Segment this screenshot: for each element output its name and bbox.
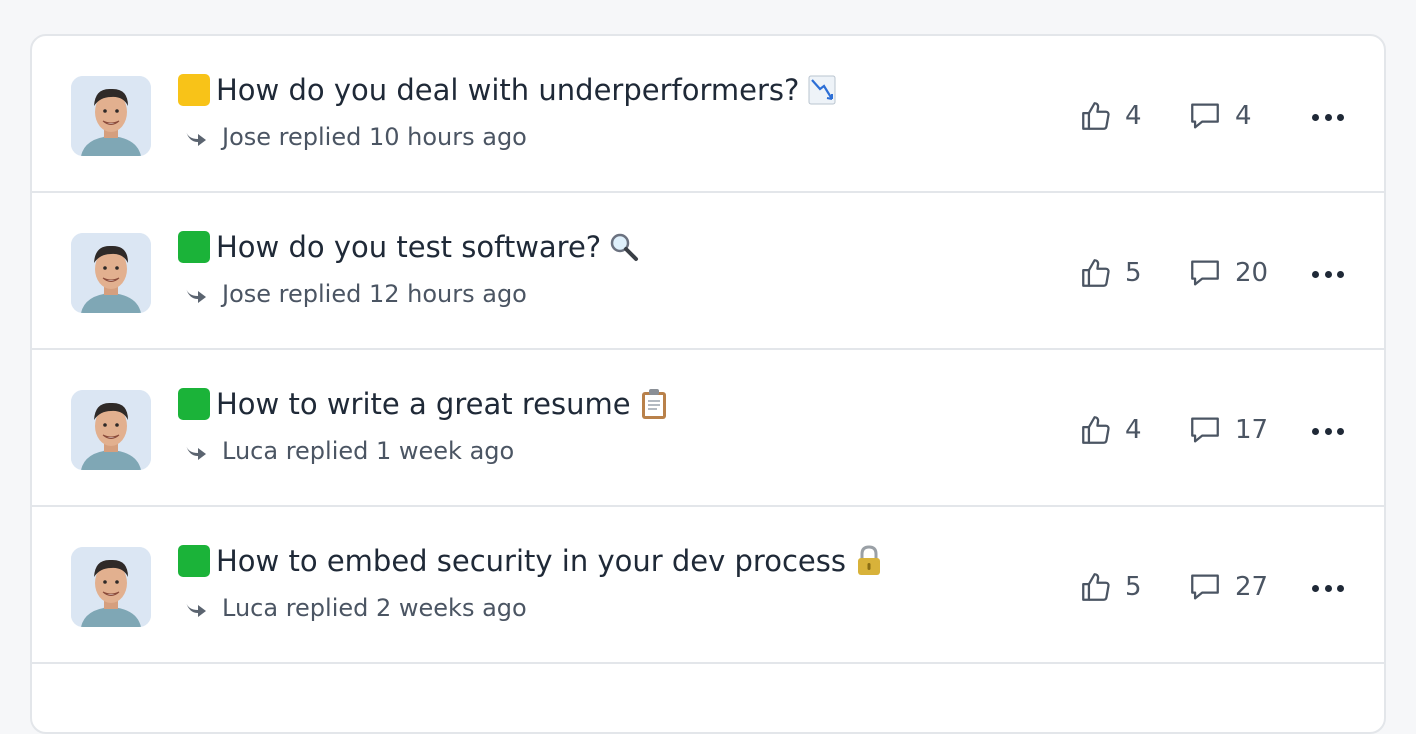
dot — [1337, 271, 1344, 278]
thread-title-text[interactable]: How do you test software? — [216, 227, 601, 267]
dot — [1312, 585, 1319, 592]
likes-button[interactable]: 4 — [1079, 99, 1142, 133]
dot — [1324, 271, 1332, 278]
dot — [1337, 585, 1344, 592]
reply-arrow-icon — [184, 127, 208, 147]
more-options-button[interactable] — [1312, 114, 1344, 124]
likes-button[interactable]: 4 — [1079, 413, 1142, 447]
likes-button[interactable]: 5 — [1079, 256, 1142, 290]
reply-arrow-icon — [184, 598, 208, 618]
thread-last-reply: Luca replied 1 week ago — [182, 434, 514, 468]
more-options-button[interactable] — [1312, 428, 1344, 438]
reply-arrow-icon — [184, 441, 208, 461]
comment-icon — [1191, 417, 1219, 443]
status-yellow-icon — [178, 74, 210, 106]
reply-text: Jose replied 12 hours ago — [222, 280, 527, 308]
thumbs-up-icon — [1082, 416, 1110, 444]
comments-count: 20 — [1235, 258, 1269, 288]
thread-row[interactable]: How to write a great resume Luca replied… — [32, 350, 1384, 507]
status-green-icon — [178, 388, 210, 420]
status-green-icon — [178, 545, 210, 577]
dot — [1312, 271, 1319, 278]
dot — [1324, 428, 1332, 435]
likes-count: 4 — [1125, 101, 1142, 131]
avatar[interactable] — [71, 390, 151, 470]
lock-icon — [854, 545, 884, 577]
comment-icon — [1191, 260, 1219, 286]
thread-title-text[interactable]: How to write a great resume — [216, 384, 631, 424]
status-green-icon — [178, 231, 210, 263]
likes-count: 4 — [1125, 415, 1142, 445]
thread-title[interactable]: How to write a great resume — [178, 384, 669, 424]
more-options-button[interactable] — [1312, 585, 1344, 595]
reply-text: Luca replied 1 week ago — [222, 437, 515, 465]
magnifying-glass-icon — [609, 231, 639, 263]
comments-count: 17 — [1235, 415, 1269, 445]
avatar[interactable] — [71, 547, 151, 627]
dot — [1312, 114, 1319, 121]
thumbs-up-icon — [1082, 573, 1110, 601]
reply-arrow-icon — [184, 284, 208, 304]
thread-title[interactable]: How do you test software? — [178, 227, 639, 267]
dot — [1312, 428, 1319, 435]
thread-last-reply: Jose replied 12 hours ago — [182, 277, 527, 311]
thread-title[interactable]: How to embed security in your dev proces… — [178, 541, 884, 581]
dot — [1337, 428, 1344, 435]
thread-title-text[interactable]: How do you deal with underperformers? — [216, 70, 799, 110]
likes-count: 5 — [1125, 572, 1142, 602]
avatar[interactable] — [71, 76, 151, 156]
comments-count: 27 — [1235, 572, 1269, 602]
chart-decreasing-icon — [807, 74, 837, 106]
reply-text: Luca replied 2 weeks ago — [222, 594, 527, 622]
comments-button[interactable]: 17 — [1187, 413, 1268, 447]
thread-list: How do you deal with underperformers? Jo… — [30, 34, 1386, 734]
dot — [1337, 114, 1344, 121]
thread-row[interactable]: How do you deal with underperformers? Jo… — [32, 36, 1384, 193]
thread-title-text[interactable]: How to embed security in your dev proces… — [216, 541, 846, 581]
avatar[interactable] — [71, 233, 151, 313]
thread-last-reply: Luca replied 2 weeks ago — [182, 591, 527, 625]
dot — [1324, 114, 1332, 121]
likes-count: 5 — [1125, 258, 1142, 288]
more-options-button[interactable] — [1312, 271, 1344, 281]
thread-title[interactable]: How do you deal with underperformers? — [178, 70, 837, 110]
comment-icon — [1191, 574, 1219, 600]
comments-button[interactable]: 27 — [1187, 570, 1268, 604]
likes-button[interactable]: 5 — [1079, 570, 1142, 604]
thread-row[interactable]: How do you test software? Jose replied 1… — [32, 193, 1384, 350]
dot — [1324, 585, 1332, 592]
comment-icon — [1191, 103, 1219, 129]
thread-row[interactable]: How to embed security in your dev proces… — [32, 507, 1384, 664]
comments-button[interactable]: 20 — [1187, 256, 1268, 290]
thread-last-reply: Jose replied 10 hours ago — [182, 120, 527, 154]
reply-text: Jose replied 10 hours ago — [222, 123, 527, 151]
thumbs-up-icon — [1082, 102, 1110, 130]
comments-button[interactable]: 4 — [1187, 99, 1252, 133]
thumbs-up-icon — [1082, 259, 1110, 287]
comments-count: 4 — [1235, 101, 1252, 131]
clipboard-icon — [639, 388, 669, 420]
